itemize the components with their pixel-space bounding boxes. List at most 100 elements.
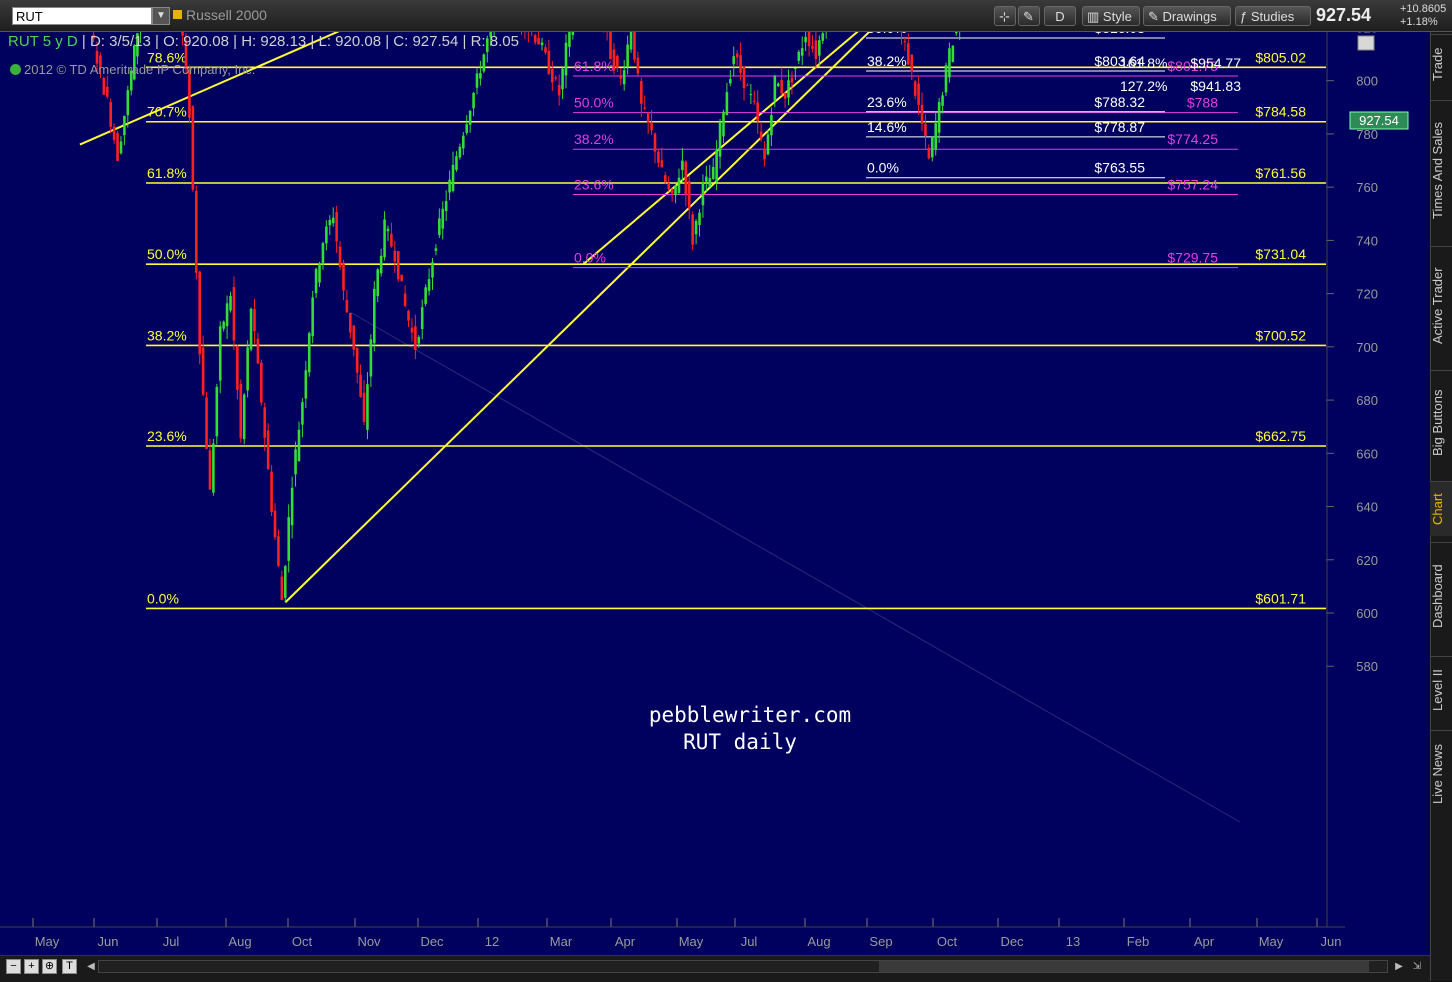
candle-body bbox=[305, 370, 308, 398]
symbol-name: Russell 2000 bbox=[186, 7, 267, 23]
fib-pct-magenta: 61.8% bbox=[574, 58, 614, 74]
candle-body bbox=[455, 156, 458, 170]
last-price: 927.54 bbox=[1316, 5, 1371, 26]
candle-body bbox=[411, 328, 414, 333]
candle-body bbox=[698, 213, 701, 225]
candle-body bbox=[797, 52, 800, 61]
candle-body bbox=[928, 148, 931, 158]
candle-body bbox=[328, 220, 331, 225]
price-tick-label: 800 bbox=[1356, 74, 1378, 89]
candle-body bbox=[654, 134, 657, 152]
candle-body bbox=[750, 94, 753, 95]
side-tab-trade[interactable]: Trade bbox=[1430, 34, 1452, 94]
candle-body bbox=[448, 180, 451, 193]
candle-body bbox=[407, 311, 410, 321]
timeframe-button[interactable]: D bbox=[1044, 6, 1076, 26]
candle-body bbox=[637, 58, 640, 74]
time-scrollbar[interactable] bbox=[98, 960, 1388, 973]
price-tick-label: 640 bbox=[1356, 500, 1378, 515]
time-tick-label: May bbox=[679, 934, 704, 949]
studies-label: Studies bbox=[1251, 9, 1294, 24]
drawings-button[interactable]: ✎ Drawings bbox=[1143, 6, 1231, 26]
candle-body bbox=[390, 234, 393, 247]
candle-body bbox=[681, 161, 684, 170]
candle-body bbox=[376, 269, 379, 296]
style-button[interactable]: ▥ Style bbox=[1082, 6, 1140, 26]
scroll-right-icon[interactable]: ▶ bbox=[1392, 959, 1406, 974]
candle-body bbox=[438, 218, 441, 235]
symbol-input[interactable]: RUT bbox=[12, 7, 152, 25]
candle-body bbox=[561, 69, 564, 90]
fib-value-white: $816.03 bbox=[1094, 32, 1145, 36]
candle-body bbox=[435, 248, 438, 251]
wrench-icon[interactable]: ✎ bbox=[1018, 6, 1040, 26]
chart-settings-icon[interactable] bbox=[1358, 36, 1374, 50]
candle-body bbox=[127, 90, 130, 115]
candle-body bbox=[287, 517, 290, 561]
change-absolute: +10.8605 bbox=[1400, 3, 1446, 15]
side-tab-dashboard[interactable]: Dashboard bbox=[1430, 542, 1452, 650]
candle-body bbox=[308, 333, 311, 372]
crosshair-icon[interactable]: ⊹ bbox=[994, 6, 1016, 26]
time-tick-label: Dec bbox=[1000, 934, 1024, 949]
side-tab-chart[interactable]: Chart bbox=[1430, 481, 1452, 536]
candle-body bbox=[103, 78, 106, 95]
candle-body bbox=[818, 40, 821, 55]
style-icon: ▥ bbox=[1087, 9, 1103, 24]
info-high: H: 928.13 bbox=[241, 33, 306, 50]
candle-body bbox=[363, 393, 366, 422]
zoom-fit-icon[interactable]: ⊕ bbox=[42, 959, 57, 974]
candle-body bbox=[373, 289, 376, 343]
candle-body bbox=[726, 92, 729, 115]
candle-body bbox=[657, 152, 660, 163]
fib-value-magenta: $774.25 bbox=[1167, 131, 1218, 147]
price-chart[interactable]: 127.2%$930.73100.0%$860.3788.6%$830.8878… bbox=[0, 32, 1430, 955]
fib-pct-white: 14.6% bbox=[867, 119, 907, 135]
candle-body bbox=[548, 51, 551, 74]
time-tick-label: Aug bbox=[807, 934, 830, 949]
fib-pct-magenta: 23.6% bbox=[574, 177, 614, 193]
candle-body bbox=[298, 430, 301, 461]
price-tick-label: 680 bbox=[1356, 393, 1378, 408]
candle-body bbox=[397, 251, 400, 279]
side-tab-active-trader[interactable]: Active Trader bbox=[1430, 246, 1452, 364]
scroll-thumb[interactable] bbox=[879, 961, 1369, 972]
candle-body bbox=[113, 127, 116, 140]
side-tab-big-buttons[interactable]: Big Buttons bbox=[1430, 370, 1452, 475]
candle-body bbox=[192, 106, 195, 189]
candle-body bbox=[780, 80, 783, 94]
candle-body bbox=[938, 102, 941, 133]
candle-body bbox=[239, 384, 242, 438]
studies-button[interactable]: ƒ Studies bbox=[1235, 6, 1311, 26]
time-tick-label: Apr bbox=[1194, 934, 1215, 949]
time-tick-label: Nov bbox=[357, 934, 381, 949]
candle-body bbox=[650, 122, 653, 130]
candle-body bbox=[534, 35, 537, 42]
candle-body bbox=[732, 56, 735, 64]
candle-body bbox=[267, 431, 270, 470]
candle-body bbox=[479, 73, 482, 79]
zoom-out-icon[interactable]: − bbox=[6, 959, 21, 974]
expand-icon[interactable]: ⇲ bbox=[1410, 959, 1424, 974]
text-tool-icon[interactable]: T bbox=[62, 959, 77, 974]
projection-value: $954.77 bbox=[1190, 55, 1241, 71]
zoom-in-icon[interactable]: + bbox=[24, 959, 39, 974]
candle-body bbox=[633, 32, 636, 60]
time-tick-label: Aug bbox=[228, 934, 251, 949]
projection-pct: 127.2% bbox=[1120, 78, 1167, 94]
candle-body bbox=[315, 269, 318, 293]
projection-value: $941.83 bbox=[1190, 78, 1241, 94]
side-tab-live-news[interactable]: Live News bbox=[1430, 730, 1452, 818]
candle-body bbox=[322, 243, 325, 264]
time-tick-label: Jul bbox=[741, 934, 758, 949]
time-tick-label: Oct bbox=[292, 934, 313, 949]
side-tab-times-and-sales[interactable]: Times And Sales bbox=[1430, 100, 1452, 240]
symbol-dropdown-icon[interactable]: ▼ bbox=[152, 7, 170, 25]
side-tab-level-ii[interactable]: Level II bbox=[1430, 656, 1452, 724]
candle-body bbox=[260, 363, 263, 403]
style-label: Style bbox=[1103, 9, 1132, 24]
candle-body bbox=[572, 32, 575, 35]
scroll-left-icon[interactable]: ◀ bbox=[84, 959, 98, 974]
candle-body bbox=[619, 75, 622, 79]
candle-body bbox=[671, 189, 674, 193]
